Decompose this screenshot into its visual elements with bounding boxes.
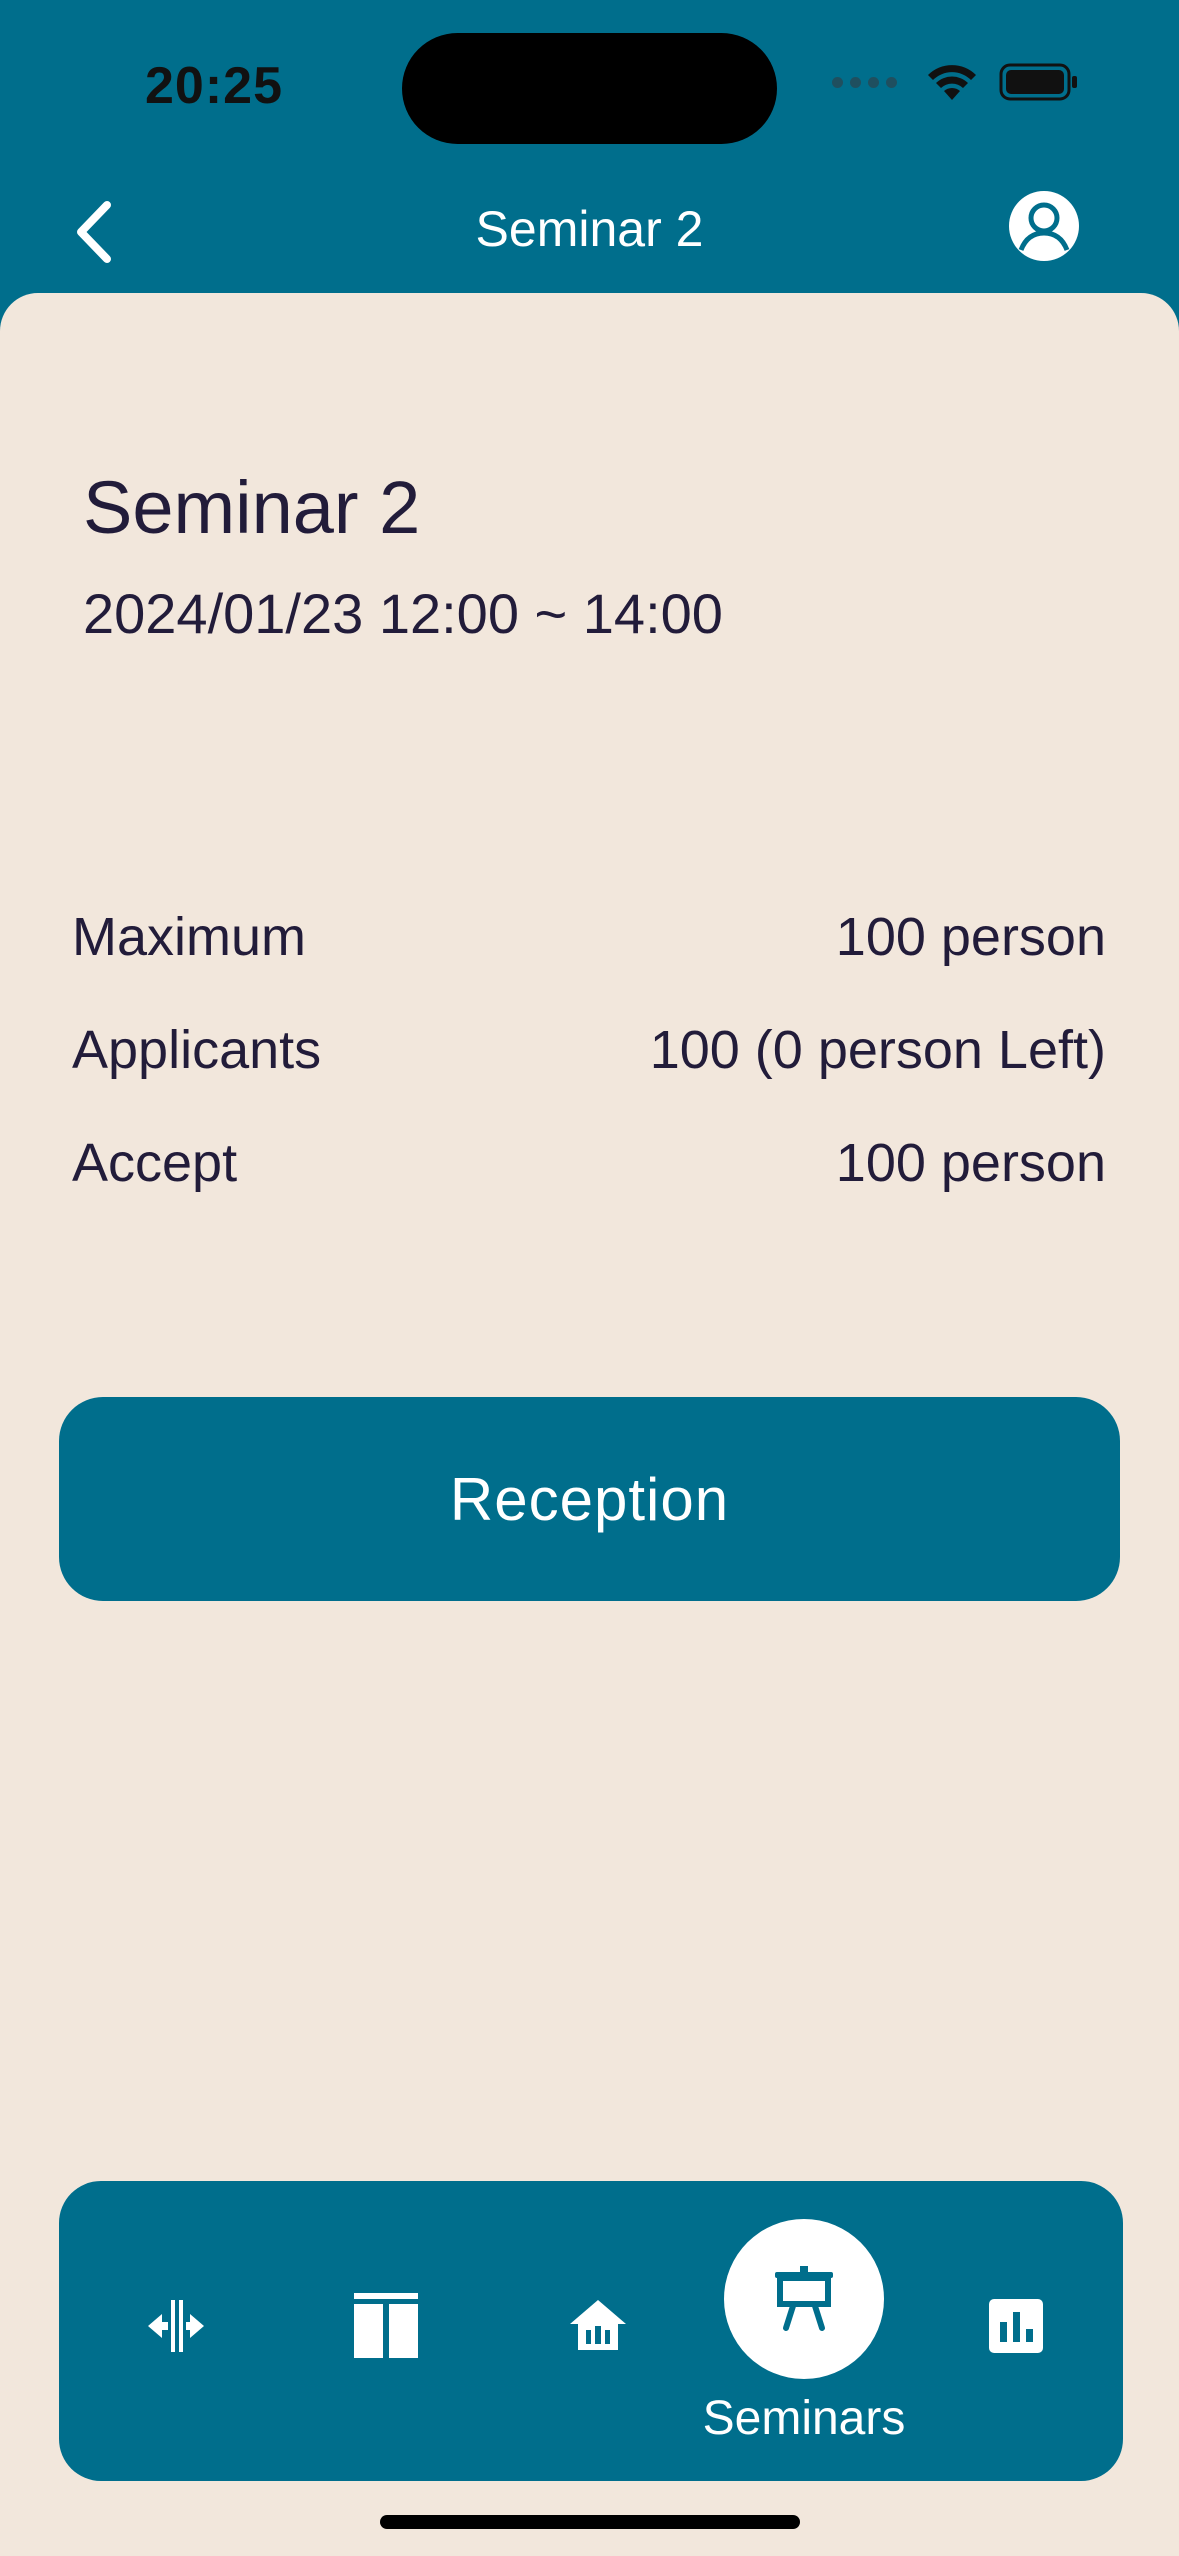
tab-seminars-label[interactable]: Seminars	[684, 2391, 924, 2446]
detail-label: Applicants	[72, 1020, 322, 1080]
reception-button[interactable]: Reception	[59, 1397, 1120, 1601]
dynamic-island	[402, 33, 777, 144]
detail-label: Maximum	[72, 907, 307, 967]
profile-button[interactable]	[1006, 188, 1082, 264]
detail-value: 100 person	[835, 1133, 1106, 1193]
battery-icon	[999, 63, 1077, 101]
detail-row-applicants: Applicants 100 (0 person Left)	[72, 1019, 1106, 1081]
detail-row-maximum: Maximum 100 person	[72, 906, 1106, 968]
split-icon	[148, 2300, 204, 2352]
tab-bank[interactable]	[553, 2281, 643, 2371]
bank-icon	[570, 2300, 626, 2350]
tab-reports[interactable]	[971, 2281, 1061, 2371]
presentation-icon	[775, 2266, 833, 2331]
status-bar: 20:25	[0, 0, 1179, 170]
status-time: 20:25	[145, 57, 283, 115]
status-icons	[832, 62, 1079, 102]
user-circle-icon	[1009, 191, 1079, 261]
detail-value: 100 person	[835, 907, 1106, 967]
detail-label: Accept	[72, 1133, 238, 1193]
detail-row-accept: Accept 100 person	[72, 1132, 1106, 1194]
tab-columns[interactable]	[341, 2281, 431, 2371]
detail-value: 100 (0 person Left)	[649, 1020, 1106, 1080]
tab-seminars[interactable]	[724, 2219, 884, 2379]
nav-header: Seminar 2	[0, 170, 1179, 290]
tab-split[interactable]	[131, 2281, 221, 2371]
seminar-datetime: 2024/01/23 12:00 ~ 14:00	[83, 582, 723, 645]
home-indicator	[380, 2515, 800, 2529]
columns-icon	[354, 2293, 418, 2358]
bar-chart-icon	[989, 2299, 1043, 2353]
header-title: Seminar 2	[475, 201, 704, 257]
seminar-title: Seminar 2	[83, 466, 421, 549]
wifi-icon	[928, 65, 976, 100]
cellular-signal-icon	[832, 76, 897, 88]
bottom-tab-bar: Seminars	[59, 2181, 1123, 2481]
